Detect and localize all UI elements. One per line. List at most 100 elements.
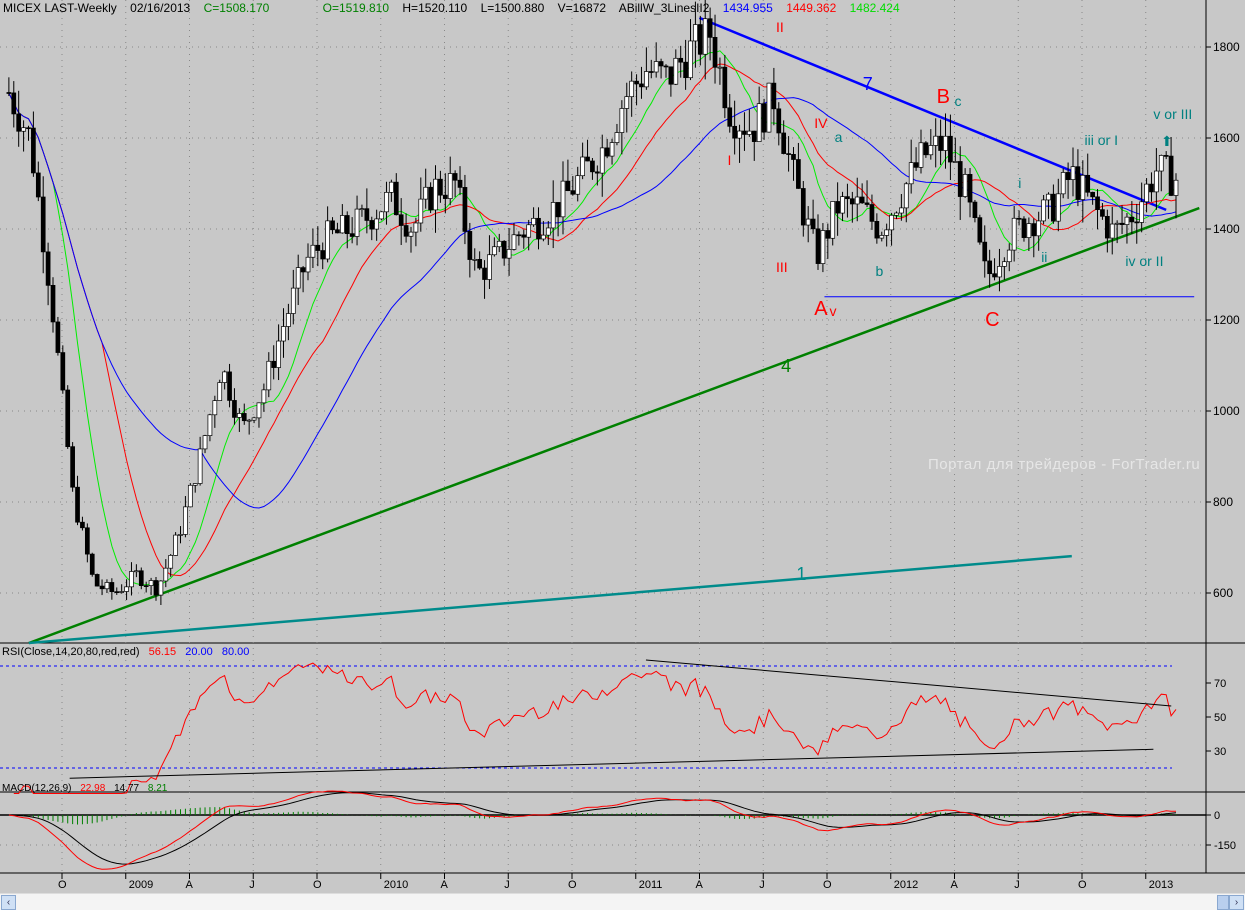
candle (114, 591, 120, 594)
candle (737, 130, 742, 139)
wave-label: IV (814, 115, 828, 131)
candle (207, 414, 213, 436)
candle (295, 267, 301, 289)
candle (1100, 209, 1105, 217)
candle (202, 435, 208, 450)
candle (688, 40, 693, 79)
x-tick-label: A (951, 879, 959, 891)
candle (433, 178, 438, 211)
candle (531, 217, 536, 226)
wave-label: II (776, 19, 784, 35)
candle (879, 235, 885, 239)
candle (335, 229, 340, 234)
candle (31, 127, 36, 174)
price-chart[interactable]: 600 800 1000 1200 1400 1600 1800 O 2009 A J O 2010 A J… (0, 0, 1245, 893)
candle (35, 172, 41, 198)
candle (89, 553, 95, 575)
candle (364, 208, 370, 221)
x-tick-label: A (441, 879, 449, 891)
trendline-1 (28, 554, 1072, 645)
candle (237, 413, 242, 418)
candle (840, 196, 845, 214)
candle (977, 217, 983, 243)
rsi-trendline (69, 748, 1154, 779)
macd-line (8, 790, 1177, 870)
candle (1109, 223, 1115, 239)
candle (187, 484, 193, 508)
scroll-thumb[interactable] (1217, 895, 1229, 910)
ma-blue-value: 1434.955 (722, 1, 773, 15)
candle (884, 229, 890, 236)
chart-header: MICEX LAST-Weekly 02/16/2013 C=1508.170 … (3, 1, 910, 15)
candle (805, 218, 811, 226)
candle (693, 24, 698, 42)
candle (1158, 155, 1164, 172)
candle (1055, 193, 1061, 222)
candle (163, 567, 169, 582)
candle (65, 389, 71, 447)
candle (624, 96, 630, 109)
candle (673, 57, 679, 85)
scroll-right-button[interactable]: › (1229, 895, 1244, 910)
candle (26, 127, 31, 130)
wave-label: I (728, 152, 732, 168)
candle (1031, 223, 1037, 237)
candle (702, 18, 708, 55)
y-tick-label: 1000 (1213, 404, 1240, 418)
candle (349, 233, 355, 237)
candle (1016, 217, 1022, 220)
horizontal-scrollbar[interactable]: ‹ › (0, 893, 1245, 910)
candle (653, 61, 659, 73)
candle (413, 222, 419, 233)
wave-label: iv or II (1125, 253, 1163, 269)
wave-label: a (835, 129, 843, 145)
candle (800, 188, 806, 226)
candle (580, 156, 585, 177)
candle (330, 220, 335, 231)
candle (1051, 193, 1056, 222)
candle (869, 204, 875, 222)
indicator-name: ABillW_3LinesII2 (618, 1, 710, 15)
candle (972, 201, 978, 218)
candle (408, 231, 414, 237)
candle (45, 251, 51, 286)
wave-label: C (985, 309, 999, 331)
candle (1144, 183, 1149, 203)
y-tick-label: 800 (1213, 495, 1233, 509)
y-tick-label: 1800 (1213, 40, 1240, 54)
low-value: L=1500.880 (480, 1, 545, 15)
candle (487, 254, 492, 280)
candle (722, 66, 728, 109)
rsi-tick-label: 70 (1214, 678, 1226, 690)
scroll-left-button[interactable]: ‹ (1, 895, 16, 910)
candle (178, 534, 183, 536)
candle (668, 66, 674, 85)
candle (712, 37, 718, 68)
wave-label: B (937, 86, 950, 108)
x-tick-label: O (1078, 879, 1087, 891)
candle (658, 61, 664, 67)
candle (830, 201, 836, 239)
candle (849, 198, 855, 205)
candle (511, 234, 517, 250)
candle (516, 234, 522, 237)
x-tick-label: J (759, 879, 765, 891)
candle (585, 156, 590, 162)
trendline-4 (28, 206, 1200, 645)
trendline-label: 7 (863, 74, 873, 94)
candle (570, 190, 576, 195)
y-tick-label: 1400 (1213, 222, 1240, 236)
candle (845, 196, 850, 200)
candle (168, 555, 174, 569)
candle (222, 371, 227, 383)
macd-tick-label: 0 (1214, 810, 1220, 822)
ma-red-value: 1449.362 (786, 1, 837, 15)
wave-label: c (955, 93, 962, 109)
candle (874, 221, 880, 239)
candle (639, 83, 644, 88)
candle (232, 400, 237, 418)
candle (452, 173, 458, 181)
y-tick-label: 600 (1213, 586, 1233, 600)
candle (84, 527, 90, 555)
candle (1119, 222, 1125, 225)
